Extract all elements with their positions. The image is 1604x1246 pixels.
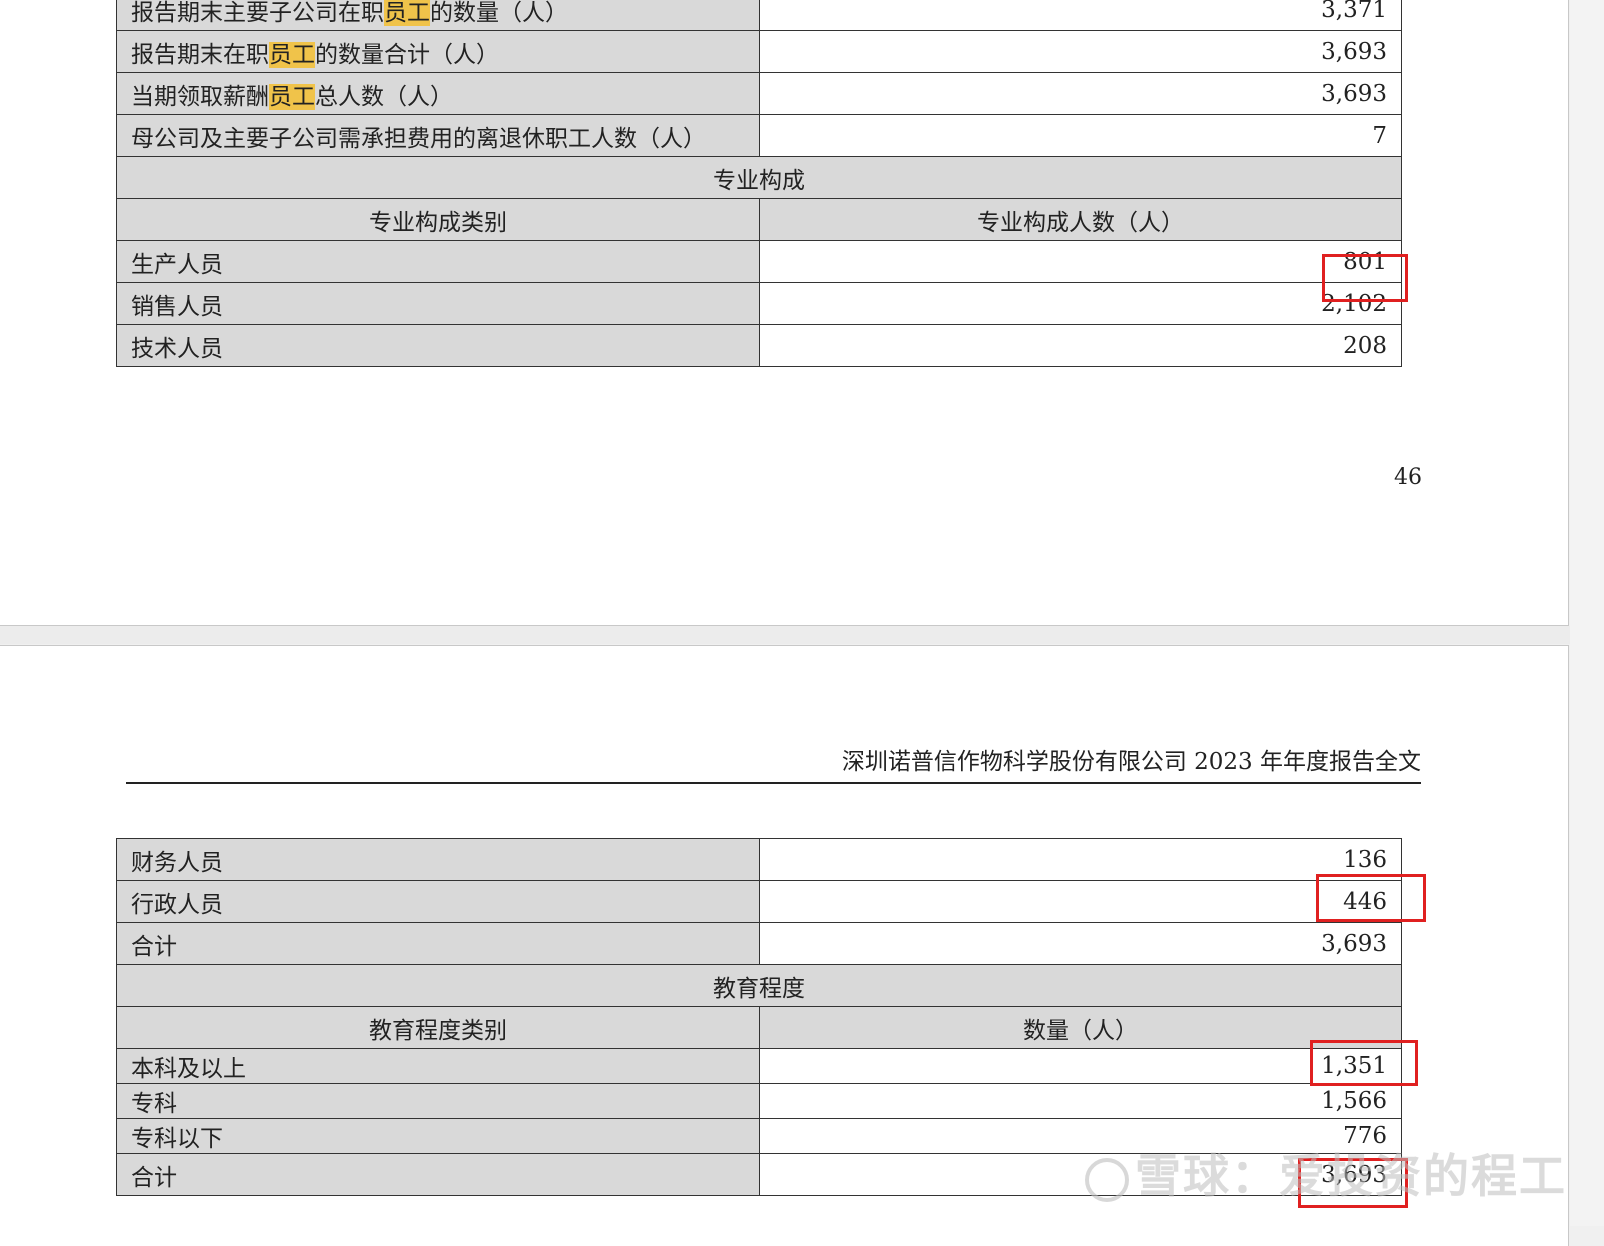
running-header: 深圳诺普信作物科学股份有限公司 2023 年年度报告全文 [126,742,1421,784]
row-value: 208 [759,324,1402,367]
row-label: 财务人员 [116,838,760,881]
row-label: 技术人员 [116,324,760,367]
scroll-area[interactable] [1570,0,1604,1226]
row-label: 合计 [116,1153,760,1196]
watermark-text: 雪球：爱投资的程工 [1135,1149,1567,1203]
section-row: 教育程度 [116,964,1402,1007]
row-value: 3,693 [759,922,1402,965]
table-row: 生产人员 801 [116,240,1402,283]
row-value: 1,566 [759,1083,1402,1119]
table-row: 母公司及主要子公司需承担费用的离退休职工人数（人） 7 [116,114,1402,157]
row-value: 2,102 [759,282,1402,325]
header-row: 专业构成类别 专业构成人数（人） [116,198,1402,241]
table-row: 本科及以上 1,351 [116,1048,1402,1084]
table-row: 技术人员 208 [116,324,1402,367]
search-highlight: 员工 [269,41,315,68]
table-row: 当期领取薪酬员工总人数（人） 3,693 [116,72,1402,115]
row-value: 446 [759,880,1402,923]
row-label: 合计 [116,922,760,965]
search-highlight: 员工 [384,0,430,26]
row-label: 报告期末主要子公司在职员工的数量（人） [116,0,760,31]
table-row: 合计 3,693 [116,922,1402,965]
section-title: 专业构成 [116,156,1402,199]
row-label: 专科 [116,1083,760,1119]
section-title: 教育程度 [116,964,1402,1007]
table-row: 报告期末在职员工的数量合计（人） 3,693 [116,30,1402,73]
section-row: 专业构成 [116,156,1402,199]
annotation-box-801 [1322,254,1408,302]
search-highlight: 员工 [269,83,315,110]
row-value: 7 [759,114,1402,157]
annotation-box-1351 [1310,1040,1418,1086]
table-row: 行政人员 446 [116,880,1402,923]
row-value: 801 [759,240,1402,283]
column-header: 数量（人） [759,1006,1402,1049]
row-label: 生产人员 [116,240,760,283]
table-row: 报告期末主要子公司在职员工的数量（人） 3,371 [116,0,1402,31]
header-row: 教育程度类别 数量（人） [116,1006,1402,1049]
column-header: 专业构成人数（人） [759,198,1402,241]
row-value: 1,351 [759,1048,1402,1084]
row-label: 当期领取薪酬员工总人数（人） [116,72,760,115]
snowball-logo-icon [1085,1157,1129,1202]
row-label: 本科及以上 [116,1048,760,1084]
page-number: 46 [1394,465,1422,490]
table-row: 专科 1,566 [116,1083,1402,1119]
row-value: 136 [759,838,1402,881]
row-label: 报告期末在职员工的数量合计（人） [116,30,760,73]
annotation-box-446 [1316,874,1426,922]
table-row: 销售人员 2,102 [116,282,1402,325]
row-label: 销售人员 [116,282,760,325]
column-header: 专业构成类别 [116,198,760,241]
column-header: 教育程度类别 [116,1006,760,1049]
watermark: 雪球：爱投资的程工 [1085,1140,1567,1206]
row-label: 专科以下 [116,1118,760,1154]
row-label: 母公司及主要子公司需承担费用的离退休职工人数（人） [116,114,760,157]
row-label: 行政人员 [116,880,760,923]
row-value: 3,693 [759,30,1402,73]
table-row: 财务人员 136 [116,838,1402,881]
row-value: 3,693 [759,72,1402,115]
page-gap [0,626,1604,644]
row-value: 3,371 [759,0,1402,31]
employee-table-top: 报告期末主要子公司在职员工的数量（人） 3,371 报告期末在职员工的数量合计（… [116,0,1402,367]
